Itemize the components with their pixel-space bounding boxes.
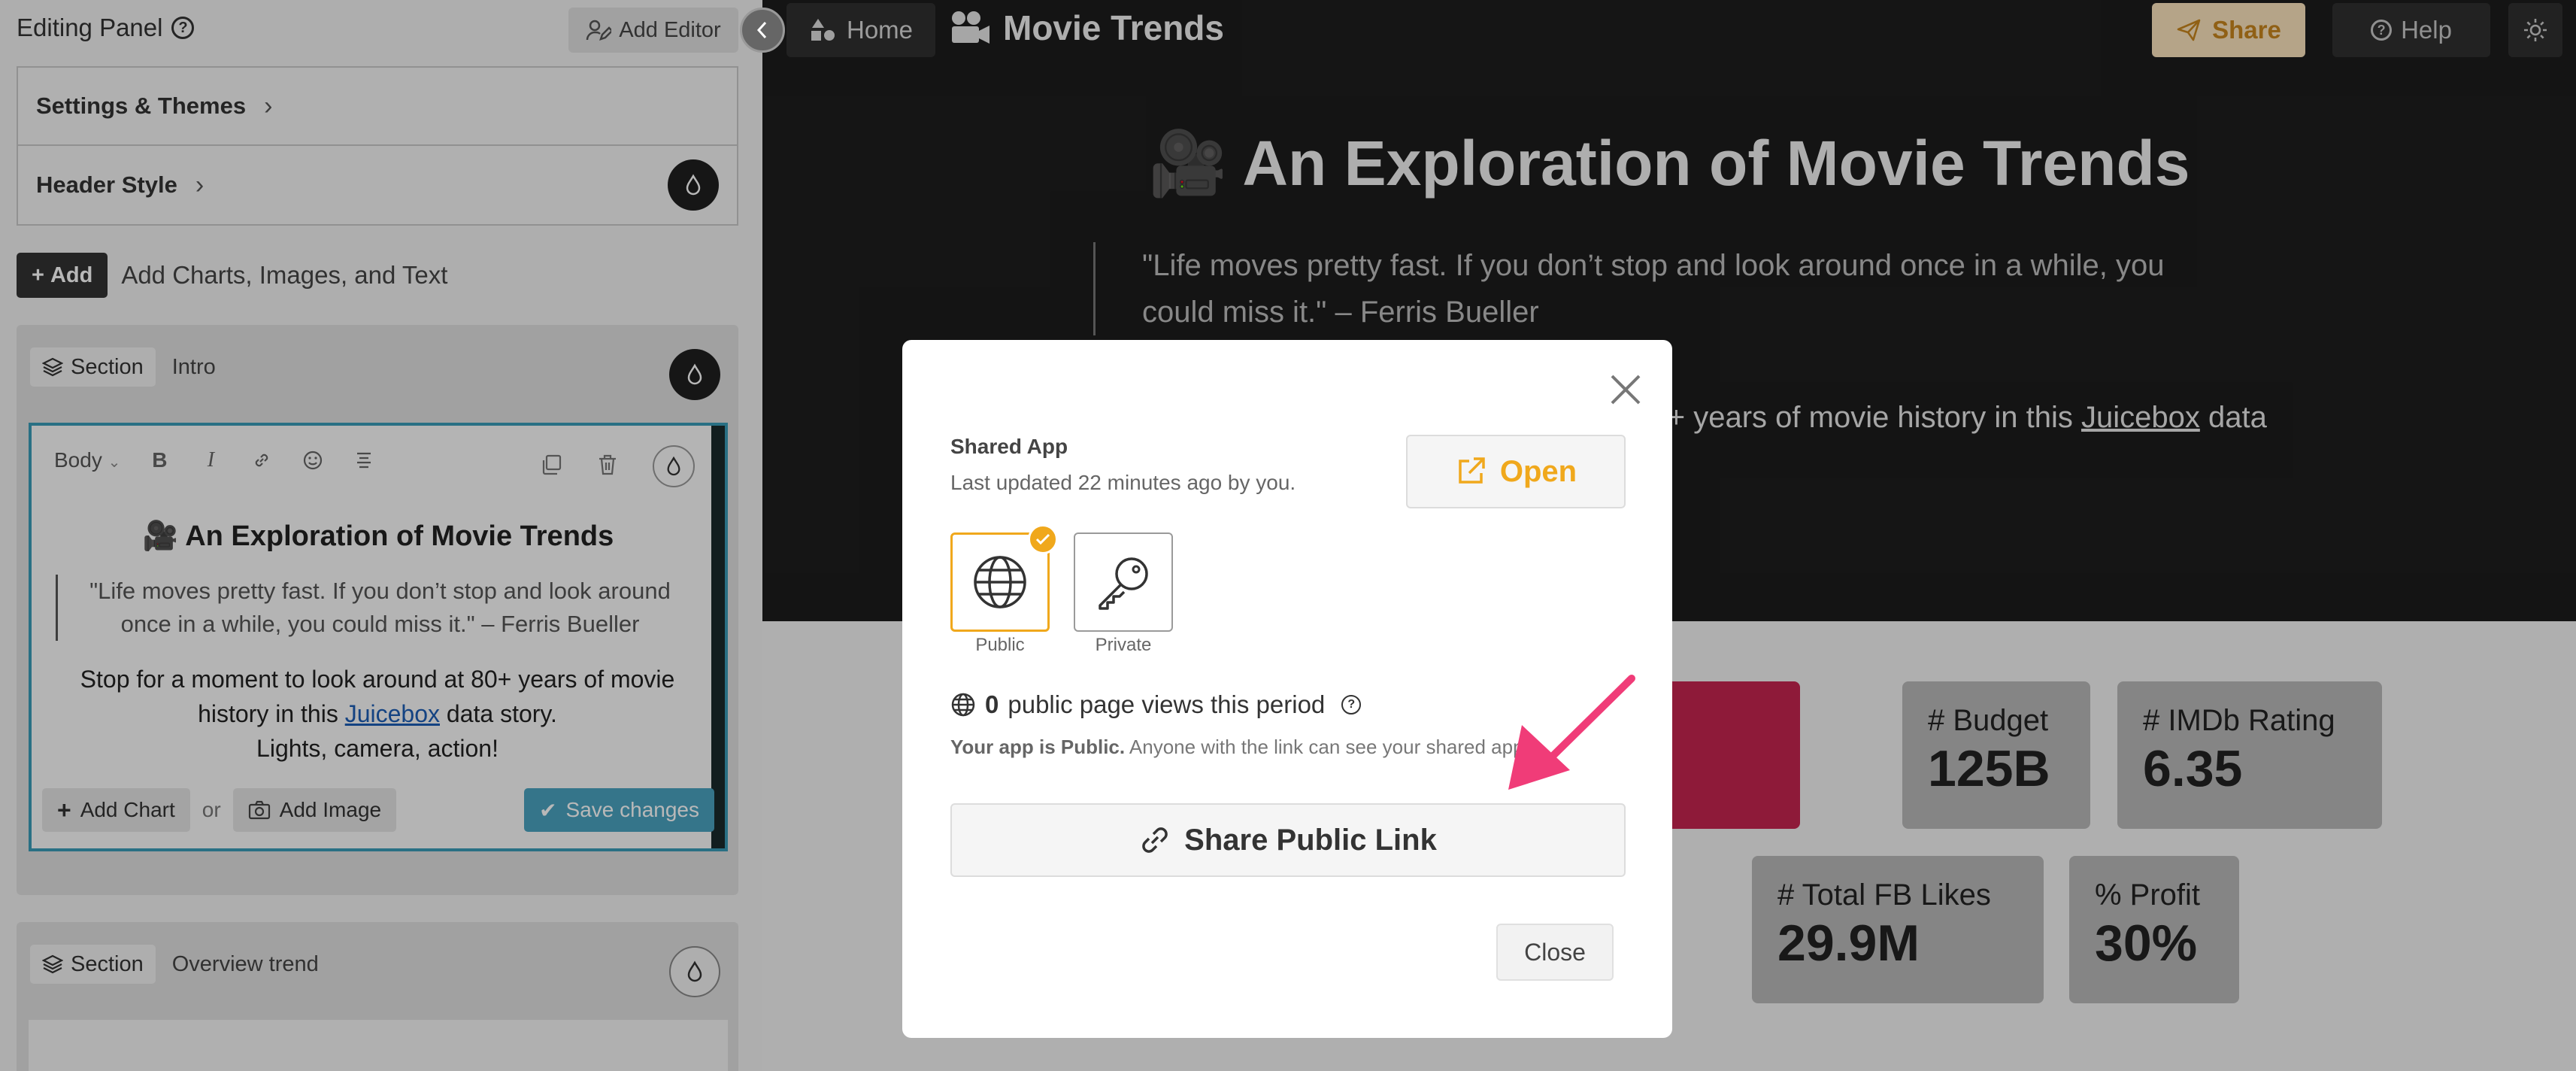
option-label-private: Private bbox=[1095, 635, 1152, 655]
globe-icon bbox=[951, 693, 975, 717]
share-link-label: Share Public Link bbox=[1184, 823, 1437, 857]
option-label-public: Public bbox=[975, 635, 1025, 655]
page-views: 0 public page views this period ? bbox=[950, 690, 1362, 719]
globe-icon bbox=[974, 556, 1026, 608]
public-note-rest: Anyone with the link can see your shared… bbox=[1125, 736, 1529, 758]
checkmark-badge-icon bbox=[1028, 524, 1058, 554]
collapse-panel-button[interactable] bbox=[740, 8, 785, 53]
external-link-icon bbox=[1459, 457, 1485, 484]
chevron-left-icon bbox=[756, 21, 767, 39]
open-app-button[interactable]: Open bbox=[1406, 435, 1626, 508]
views-count: 0 bbox=[985, 690, 999, 718]
close-button[interactable]: Close bbox=[1496, 924, 1614, 981]
shared-app-modal: Shared App Last updated 22 minutes ago b… bbox=[902, 340, 1672, 1038]
close-icon[interactable] bbox=[1603, 367, 1648, 412]
visibility-option-public[interactable] bbox=[950, 524, 1058, 632]
share-public-link-button[interactable]: Share Public Link bbox=[950, 803, 1626, 877]
key-icon bbox=[1099, 557, 1148, 610]
link-icon bbox=[1142, 827, 1168, 853]
views-text: public page views this period bbox=[1008, 690, 1326, 718]
help-circle-icon[interactable]: ? bbox=[1341, 695, 1362, 715]
public-note: Your app is Public. Anyone with the link… bbox=[950, 736, 1582, 758]
modal-subtitle: Last updated 22 minutes ago by you. bbox=[950, 471, 1296, 494]
visibility-option-private[interactable] bbox=[1074, 532, 1173, 632]
open-label: Open bbox=[1499, 454, 1577, 488]
public-note-bold: Your app is Public. bbox=[950, 736, 1126, 758]
modal-title: Shared App bbox=[950, 435, 1068, 458]
